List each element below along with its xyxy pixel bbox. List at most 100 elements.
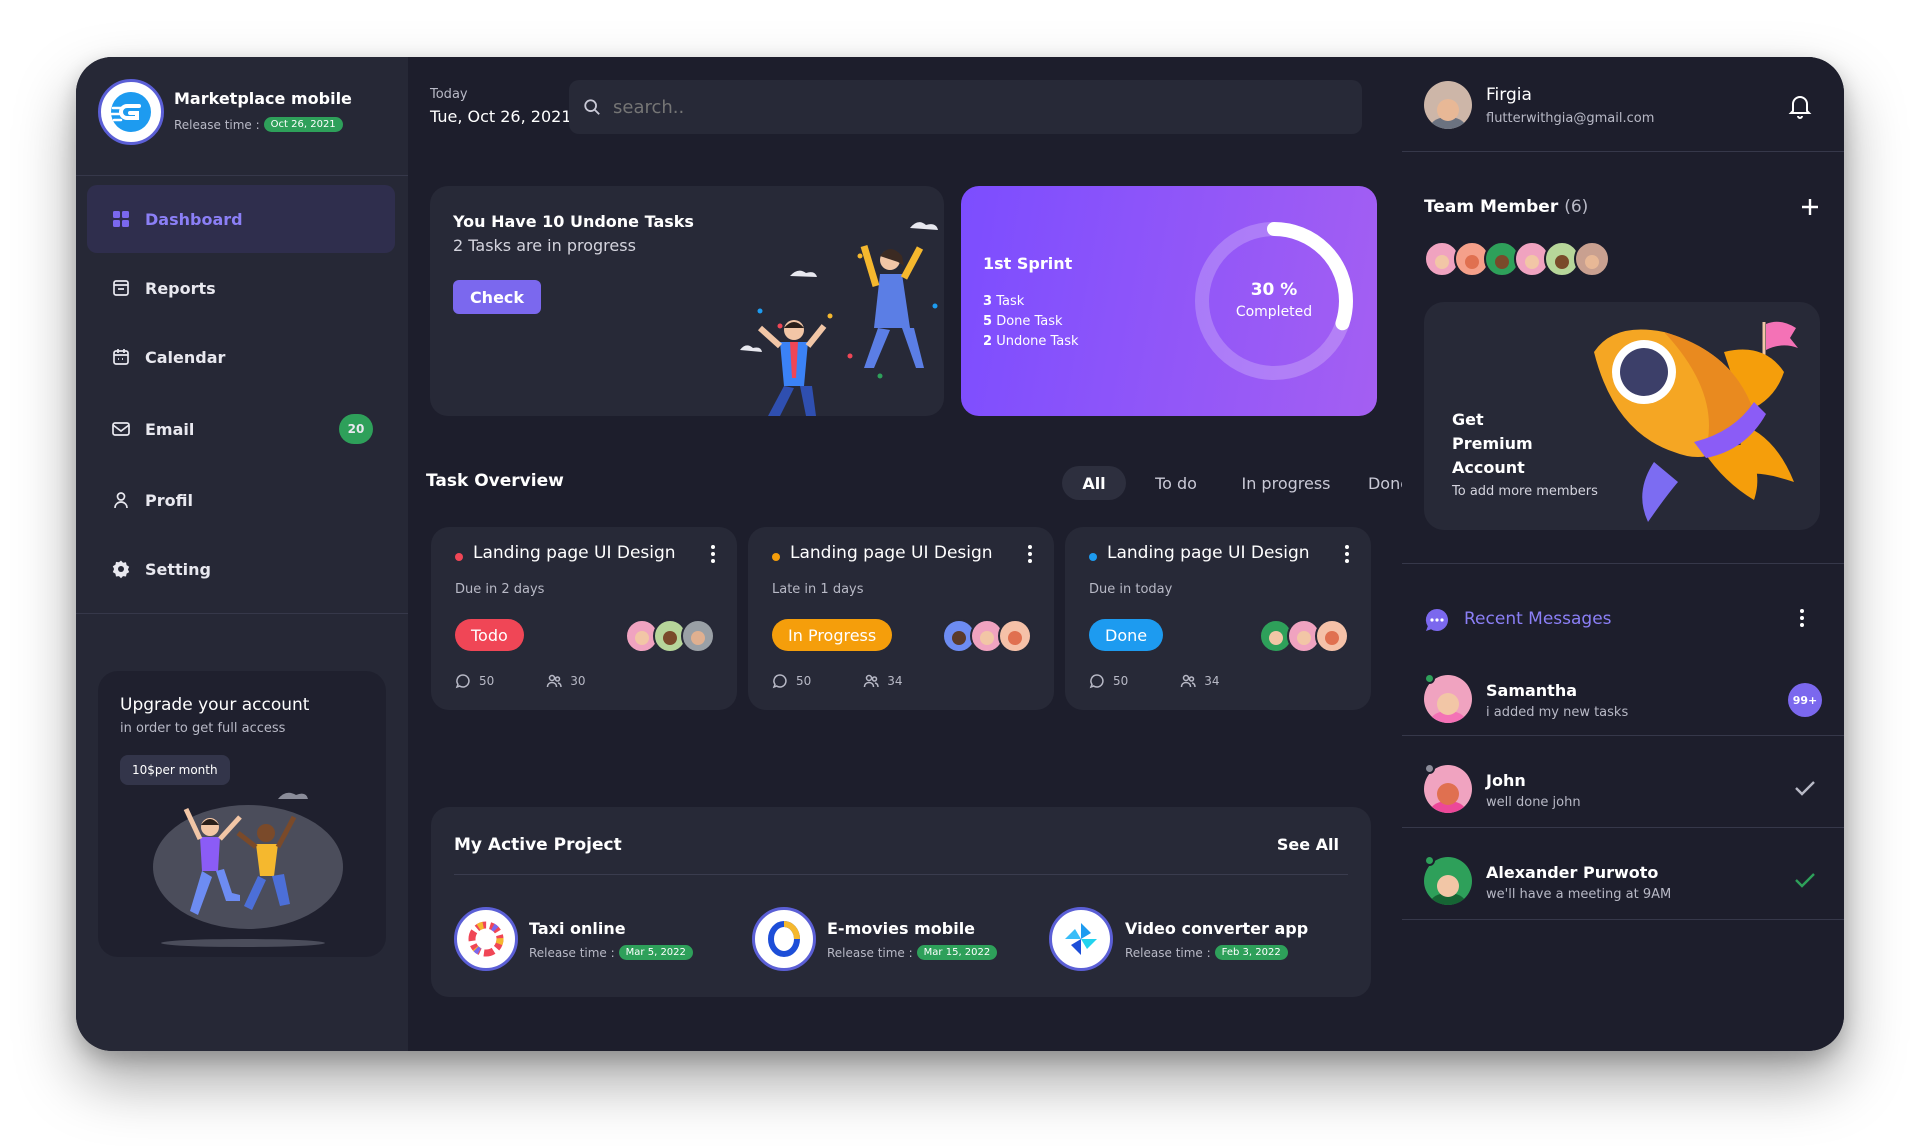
project-name: Taxi online xyxy=(529,919,626,938)
bell-icon[interactable] xyxy=(1788,93,1812,119)
undone-tasks-card: You Have 10 Undone Tasks 2 Tasks are in … xyxy=(430,186,944,416)
members-icon xyxy=(1181,674,1197,688)
comment-icon xyxy=(455,674,470,689)
user-icon xyxy=(114,492,128,509)
nav-dashboard[interactable]: Dashboard xyxy=(87,185,395,253)
message-sender: Samantha xyxy=(1486,681,1578,700)
search-bar[interactable] xyxy=(569,80,1362,134)
release-date-badge: Feb 3, 2022 xyxy=(1214,945,1288,960)
tab-todo[interactable]: To do xyxy=(1136,466,1216,500)
active-project-title: My Active Project xyxy=(454,835,622,855)
main-content: Today Tue, Oct 26, 2021 You Have 10 Undo… xyxy=(408,57,1478,1051)
taxi-project-logo[interactable] xyxy=(454,907,518,971)
sidebar: Marketplace mobile Release time : Oct 26… xyxy=(76,57,408,1051)
avatar xyxy=(998,619,1032,653)
divider xyxy=(1402,151,1844,152)
sprint-task-row: 3 Task xyxy=(983,294,1024,309)
divider xyxy=(1402,563,1844,564)
message-preview: well done john xyxy=(1486,795,1581,810)
task-card[interactable]: Landing page UI Design Due in 2 days Tod… xyxy=(431,527,737,710)
add-member-icon[interactable] xyxy=(1800,197,1820,217)
priority-dot xyxy=(1089,553,1097,561)
task-meta: 50 30 xyxy=(455,673,586,689)
user-avatar[interactable] xyxy=(1424,81,1472,129)
task-due: Due in 2 days xyxy=(455,582,545,597)
member-count: 34 xyxy=(887,674,903,688)
premium-title: Get Premium Account xyxy=(1452,408,1533,480)
undone-label: Undone Task xyxy=(996,334,1079,349)
status-badge: Todo xyxy=(455,619,524,651)
task-card[interactable]: Landing page UI Design Due in today Done… xyxy=(1065,527,1371,710)
project-logo[interactable] xyxy=(98,79,164,145)
more-options-icon[interactable] xyxy=(1345,545,1349,563)
divider xyxy=(1402,735,1844,736)
upgrade-illustration xyxy=(153,792,343,947)
today-date: Tue, Oct 26, 2021 xyxy=(430,107,572,126)
task-overview-title: Task Overview xyxy=(426,471,564,491)
search-input[interactable] xyxy=(613,96,1313,118)
user-name: Firgia xyxy=(1486,85,1532,105)
task-card[interactable]: Landing page UI Design Late in 1 days In… xyxy=(748,527,1054,710)
upgrade-subtitle: in order to get full access xyxy=(120,721,286,736)
nav-setting[interactable]: Setting xyxy=(87,535,395,603)
gear-icon xyxy=(112,560,130,579)
task-count: 3 xyxy=(983,294,993,309)
nav-label: Setting xyxy=(145,559,211,579)
more-options-icon[interactable] xyxy=(711,545,715,563)
nav-calendar[interactable]: Calendar xyxy=(87,323,395,391)
release-label: Release time : xyxy=(827,945,913,960)
calendar-icon xyxy=(113,349,129,365)
more-options-icon[interactable] xyxy=(1800,609,1804,627)
team-avatars xyxy=(1424,241,1610,277)
nav-label: Reports xyxy=(145,278,216,298)
nav-profil[interactable]: Profil xyxy=(87,466,395,534)
status-badge: In Progress xyxy=(772,619,893,651)
avatar[interactable] xyxy=(1574,241,1610,277)
taxi-logo-icon xyxy=(468,921,504,957)
message-sender: Alexander Purwoto xyxy=(1486,863,1659,882)
nav-reports[interactable]: Reports xyxy=(87,254,395,322)
team-member-heading: Team Member (6) xyxy=(1424,197,1588,217)
see-all-link[interactable]: See All xyxy=(1277,835,1339,854)
project-name: Marketplace mobile xyxy=(174,89,352,108)
project-release: Release time : Feb 3, 2022 xyxy=(1125,945,1288,960)
project-release: Release time : Oct 26, 2021 xyxy=(174,117,343,132)
more-options-icon[interactable] xyxy=(1028,545,1032,563)
sprint-undone-row: 2 Undone Task xyxy=(983,334,1079,349)
priority-dot xyxy=(772,553,780,561)
video-converter-project-logo[interactable] xyxy=(1049,907,1113,971)
tab-in-progress[interactable]: In progress xyxy=(1226,466,1346,500)
release-date-badge: Mar 15, 2022 xyxy=(916,945,998,960)
task-meta: 50 34 xyxy=(772,673,903,689)
priority-dot xyxy=(455,553,463,561)
today-label: Today xyxy=(430,87,468,102)
comment-count: 50 xyxy=(479,674,495,688)
premium-card[interactable]: Get Premium Account To add more members xyxy=(1424,302,1820,530)
sprint-card[interactable]: 1st Sprint 3 Task 5 Done Task 2 Undone T… xyxy=(961,186,1377,416)
tab-all[interactable]: All xyxy=(1062,466,1126,500)
upgrade-card[interactable]: Upgrade your account in order to get ful… xyxy=(98,671,386,957)
sprint-title: 1st Sprint xyxy=(983,254,1073,273)
emovies-project-logo[interactable] xyxy=(752,907,816,971)
status-badge: Done xyxy=(1089,619,1164,651)
undone-count: 2 xyxy=(983,334,993,349)
check-button[interactable]: Check xyxy=(453,280,541,314)
emovies-logo-icon xyxy=(768,921,800,957)
search-icon xyxy=(584,99,600,115)
divider xyxy=(1402,919,1844,920)
read-check-icon xyxy=(1795,781,1815,796)
release-date-badge: Mar 5, 2022 xyxy=(618,945,693,960)
chat-icon xyxy=(1425,608,1449,631)
message-item[interactable]: John well done john xyxy=(1402,743,1844,835)
active-project-card: My Active Project See All Taxi online Re… xyxy=(431,807,1371,997)
comment-count: 50 xyxy=(796,674,812,688)
team-title: Team Member xyxy=(1424,197,1559,217)
nav-email[interactable]: Email 20 xyxy=(87,395,395,463)
done-count: 5 xyxy=(983,314,993,329)
team-count: (6) xyxy=(1564,197,1589,217)
message-item[interactable]: Alexander Purwoto we'll have a meeting a… xyxy=(1402,835,1844,927)
premium-subtitle: To add more members xyxy=(1452,484,1598,499)
done-label: Done Task xyxy=(996,314,1063,329)
divider xyxy=(76,613,408,614)
message-item[interactable]: Samantha i added my new tasks 99+ xyxy=(1402,653,1844,745)
